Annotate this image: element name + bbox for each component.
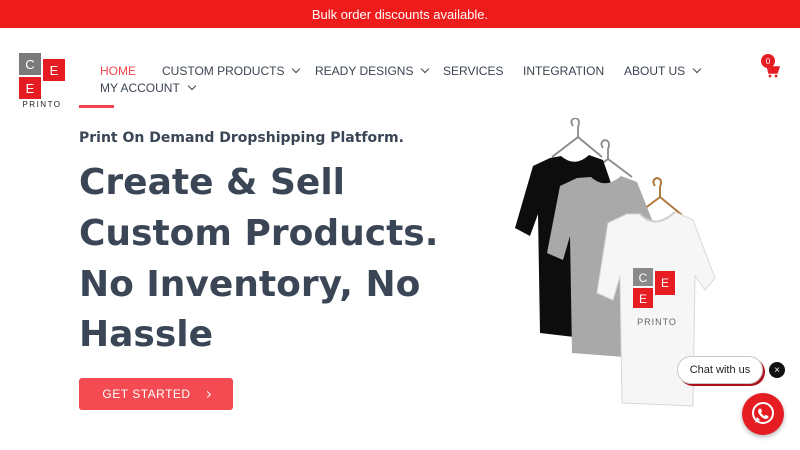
- whatsapp-chat-button[interactable]: [742, 393, 784, 435]
- nav-item-label: HOME: [100, 64, 136, 78]
- nav-item-label: ABOUT US: [624, 64, 686, 78]
- logo-letter-e-top: E: [43, 59, 65, 81]
- shirt-logo-wordmark: PRINTO: [637, 317, 677, 327]
- logo-letter-e-bottom: E: [19, 77, 41, 99]
- hero-tagline: Print On Demand Dropshipping Platform.: [79, 130, 404, 146]
- chevron-down-icon: [421, 64, 430, 74]
- chat-bubble-text: Chat with us: [689, 364, 751, 376]
- nav-item-ready-designs[interactable]: READY DESIGNS: [315, 64, 430, 78]
- nav-item-label: READY DESIGNS: [315, 64, 414, 78]
- shirt-logo-letter-e-bottom: E: [639, 292, 647, 306]
- hero-headline-line-3: No Inventory, No: [79, 264, 421, 305]
- chevron-down-icon: [692, 64, 702, 74]
- nav-active-indicator: [79, 105, 114, 108]
- cart-count-badge: 0: [761, 54, 775, 68]
- hero-headline-line-2: Custom Products.: [79, 213, 439, 254]
- hero-headline-line-4: Hassle: [79, 314, 214, 355]
- logo-wordmark: PRINTO: [22, 100, 62, 109]
- nav-item-label: CUSTOM PRODUCTS: [162, 64, 285, 78]
- logo-letter-c: C: [19, 53, 41, 75]
- nav-item-services[interactable]: SERVICES: [443, 64, 503, 78]
- chat-with-us-bubble[interactable]: Chat with us: [677, 356, 763, 384]
- get-started-button[interactable]: GET STARTED: [79, 378, 233, 410]
- nav-item-label: SERVICES: [443, 64, 504, 78]
- nav-item-label: MY ACCOUNT: [100, 81, 180, 95]
- announcement-text: Bulk order discounts available.: [311, 6, 489, 22]
- chat-close-button[interactable]: ×: [769, 362, 785, 378]
- site-logo[interactable]: C E E PRINTO: [19, 53, 65, 111]
- close-icon: ×: [774, 364, 780, 376]
- nav-item-home[interactable]: HOME: [100, 64, 136, 78]
- nav-item-custom-products[interactable]: CUSTOM PRODUCTS: [162, 64, 301, 78]
- nav-item-about-us[interactable]: ABOUT US: [624, 64, 702, 78]
- announcement-bar: Bulk order discounts available.: [0, 0, 800, 28]
- nav-item-integration[interactable]: INTEGRATION: [523, 64, 604, 78]
- chevron-right-icon: [203, 390, 211, 398]
- get-started-label: GET STARTED: [102, 387, 191, 401]
- shirt-logo-letter-e-top: E: [661, 276, 669, 290]
- chevron-down-icon: [187, 81, 197, 91]
- shirt-logo-letter-c: C: [639, 271, 648, 285]
- nav-item-label: INTEGRATION: [523, 64, 605, 78]
- whatsapp-icon: [752, 402, 774, 424]
- nav-item-my-account[interactable]: MY ACCOUNT: [100, 81, 197, 95]
- hero-headline-line-1: Create & Sell: [79, 162, 345, 203]
- chevron-down-icon: [292, 64, 301, 74]
